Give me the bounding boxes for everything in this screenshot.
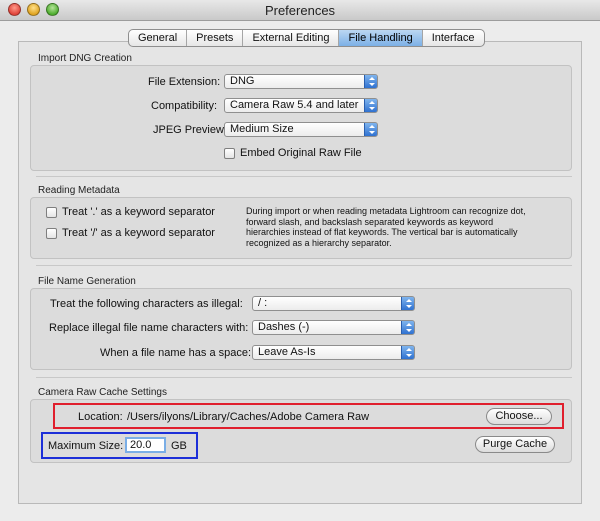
dropdown-arrows-icon xyxy=(401,321,414,334)
replace-characters-label: Replace illegal file name characters wit… xyxy=(49,322,249,334)
choose-location-button[interactable]: Choose... xyxy=(486,408,552,425)
jpeg-preview-value: Medium Size xyxy=(230,123,294,135)
maximum-size-label: Maximum Size: xyxy=(48,440,124,452)
keyword-separator-description: During import or when reading metadata L… xyxy=(246,206,526,248)
dropdown-arrows-icon xyxy=(401,346,414,359)
dropdown-arrows-icon xyxy=(364,123,377,136)
dropdown-arrows-icon xyxy=(364,75,377,88)
dot-separator-checkbox[interactable] xyxy=(46,207,57,218)
purge-cache-button[interactable]: Purge Cache xyxy=(475,436,555,453)
dropdown-arrows-icon xyxy=(364,99,377,112)
jpeg-preview-select[interactable]: Medium Size xyxy=(224,122,378,137)
file-name-generation-title: File Name Generation xyxy=(38,276,136,287)
compatibility-label: Compatibility: xyxy=(151,100,218,112)
tab-file-handling[interactable]: File Handling xyxy=(339,30,423,46)
tab-general[interactable]: General xyxy=(129,30,188,46)
tab-external-editing[interactable]: External Editing xyxy=(243,30,340,46)
cache-location-label: Location: xyxy=(78,411,123,423)
illegal-characters-label: Treat the following characters as illega… xyxy=(50,298,243,310)
file-name-space-value: Leave As-Is xyxy=(258,346,316,358)
reading-metadata-title: Reading Metadata xyxy=(38,185,120,196)
file-extension-select[interactable]: DNG xyxy=(224,74,378,89)
window-title: Preferences xyxy=(264,3,336,18)
slash-separator-label: Treat '/' as a keyword separator xyxy=(62,227,215,239)
camera-raw-cache-title: Camera Raw Cache Settings xyxy=(38,387,167,398)
slash-separator-checkbox[interactable] xyxy=(46,228,57,239)
section-divider xyxy=(36,176,572,177)
preferences-tabs: General Presets External Editing File Ha… xyxy=(128,29,485,47)
illegal-characters-select[interactable]: / : xyxy=(252,296,415,311)
illegal-characters-value: / : xyxy=(258,297,268,309)
cache-location-path: /Users/ilyons/Library/Caches/Adobe Camer… xyxy=(127,411,370,423)
file-name-space-label: When a file name has a space: xyxy=(100,347,252,359)
file-extension-value: DNG xyxy=(230,75,255,87)
embed-raw-label: Embed Original Raw File xyxy=(240,147,362,159)
file-extension-label: File Extension: xyxy=(148,76,221,88)
section-divider xyxy=(36,265,572,266)
dot-separator-label: Treat '.' as a keyword separator xyxy=(62,206,215,218)
file-name-space-select[interactable]: Leave As-Is xyxy=(252,345,415,360)
preferences-window: Preferences General Presets External Edi… xyxy=(0,0,600,521)
dropdown-arrows-icon xyxy=(401,297,414,310)
compatibility-value: Camera Raw 5.4 and later xyxy=(230,99,359,111)
compatibility-select[interactable]: Camera Raw 5.4 and later xyxy=(224,98,378,113)
tab-interface[interactable]: Interface xyxy=(423,30,484,46)
maximum-size-unit: GB xyxy=(171,440,187,452)
import-dng-title: Import DNG Creation xyxy=(38,53,132,64)
replace-characters-value: Dashes (-) xyxy=(258,321,310,333)
maximum-size-input[interactable]: 20.0 xyxy=(125,437,166,453)
jpeg-preview-label: JPEG Preview: xyxy=(153,124,227,136)
tab-presets[interactable]: Presets xyxy=(187,30,244,46)
embed-raw-checkbox[interactable] xyxy=(224,148,235,159)
title-bar: Preferences xyxy=(0,0,600,21)
replace-characters-select[interactable]: Dashes (-) xyxy=(252,320,415,335)
section-divider xyxy=(36,377,572,378)
